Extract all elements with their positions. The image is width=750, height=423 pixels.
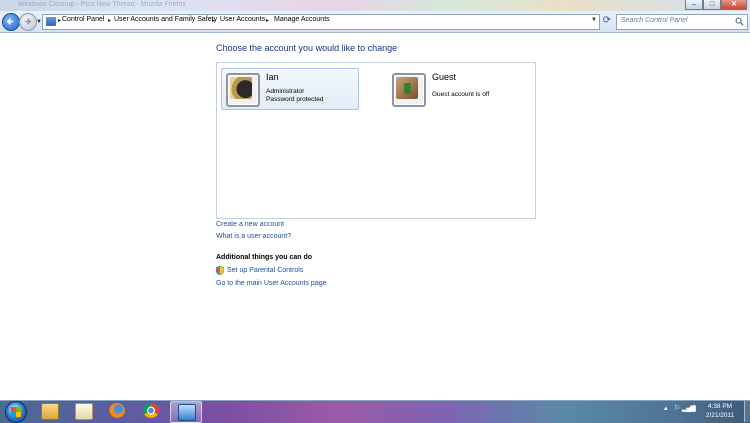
control-panel-icon [46,17,56,26]
address-dropdown-icon[interactable]: ▼ [591,17,597,23]
action-center-icon[interactable]: ⚐ [674,404,680,412]
maximize-button[interactable]: □ [703,0,721,10]
chrome-icon [143,403,159,418]
account-name: Ian [266,72,279,82]
taskbar-photos-button[interactable] [68,401,98,421]
what-is-user-account-link[interactable]: What is a user account? [216,233,291,240]
forward-button[interactable] [19,13,37,31]
search-icon[interactable] [735,17,744,26]
breadcrumb-separator-icon[interactable]: ▸ [58,17,61,24]
windows-logo-icon [11,407,21,417]
parental-controls-link[interactable]: Set up Parental Controls [227,267,303,274]
briefcase-icon [392,73,426,107]
breadcrumb-separator-icon[interactable]: ▸ [212,17,215,24]
accounts-panel: Ian Administrator Password protected Gue… [216,62,536,219]
search-input[interactable]: Search Control Panel [616,14,748,30]
breadcrumb-separator-icon[interactable]: ▸ [108,17,111,24]
firefox-icon [109,403,125,418]
taskbar-chrome-button[interactable] [136,401,166,421]
taskbar-firefox-button[interactable] [102,401,132,421]
account-name: Guest [432,72,457,82]
taskbar-explorer-button[interactable] [34,401,64,421]
navigation-bar: ▼ ▸ Control Panel ▸ User Accounts and Fa… [0,11,750,33]
sunflower-icon [226,73,260,107]
forward-arrow-icon [24,18,32,25]
taskbar-control-panel-button[interactable] [170,401,202,423]
back-arrow-icon [6,18,14,25]
system-clock[interactable]: 4:38 PM 2/21/2011 [695,402,745,420]
breadcrumb-separator-icon[interactable]: ▸ [266,17,269,24]
close-button[interactable]: ✕ [721,0,747,10]
main-user-accounts-link[interactable]: Go to the main User Accounts page [216,280,327,287]
account-guest[interactable]: Guest Guest account is off [387,68,525,110]
window-title: Windows Cleanup - Post New Thread - Mozi… [18,1,186,8]
minimize-button[interactable]: – [685,0,703,10]
account-type: Administrator [266,88,305,95]
back-button[interactable] [2,13,20,31]
breadcrumb-manage-accounts[interactable]: Manage Accounts [274,16,330,23]
show-desktop-button[interactable] [744,401,750,422]
account-ian[interactable]: Ian Administrator Password protected [221,68,359,110]
clock-date: 2/21/2011 [705,412,735,419]
page-title: Choose the account you would like to cha… [216,43,398,53]
explorer-icon [41,403,59,420]
account-status: Password protected [266,96,324,103]
breadcrumb-user-accounts-family-safety[interactable]: User Accounts and Family Safety [114,16,217,23]
refresh-icon[interactable]: ⟳ [601,14,613,28]
shield-icon [216,266,224,275]
title-bar: Windows Cleanup - Post New Thread - Mozi… [0,0,750,11]
photos-icon [75,403,93,420]
search-placeholder: Search Control Panel [621,17,688,24]
start-button[interactable] [5,401,27,423]
create-account-link[interactable]: Create a new account [216,221,284,228]
breadcrumb-control-panel[interactable]: Control Panel [62,16,104,23]
address-bar[interactable]: ▸ Control Panel ▸ User Accounts and Fami… [42,14,600,30]
show-hidden-icons-icon[interactable]: ▴ [664,404,668,412]
account-status: Guest account is off [432,91,490,98]
control-panel-icon [178,404,196,421]
additional-tasks-heading: Additional things you can do [216,254,313,261]
breadcrumb-user-accounts[interactable]: User Accounts [220,16,265,23]
clock-time: 4:38 PM [707,403,733,410]
